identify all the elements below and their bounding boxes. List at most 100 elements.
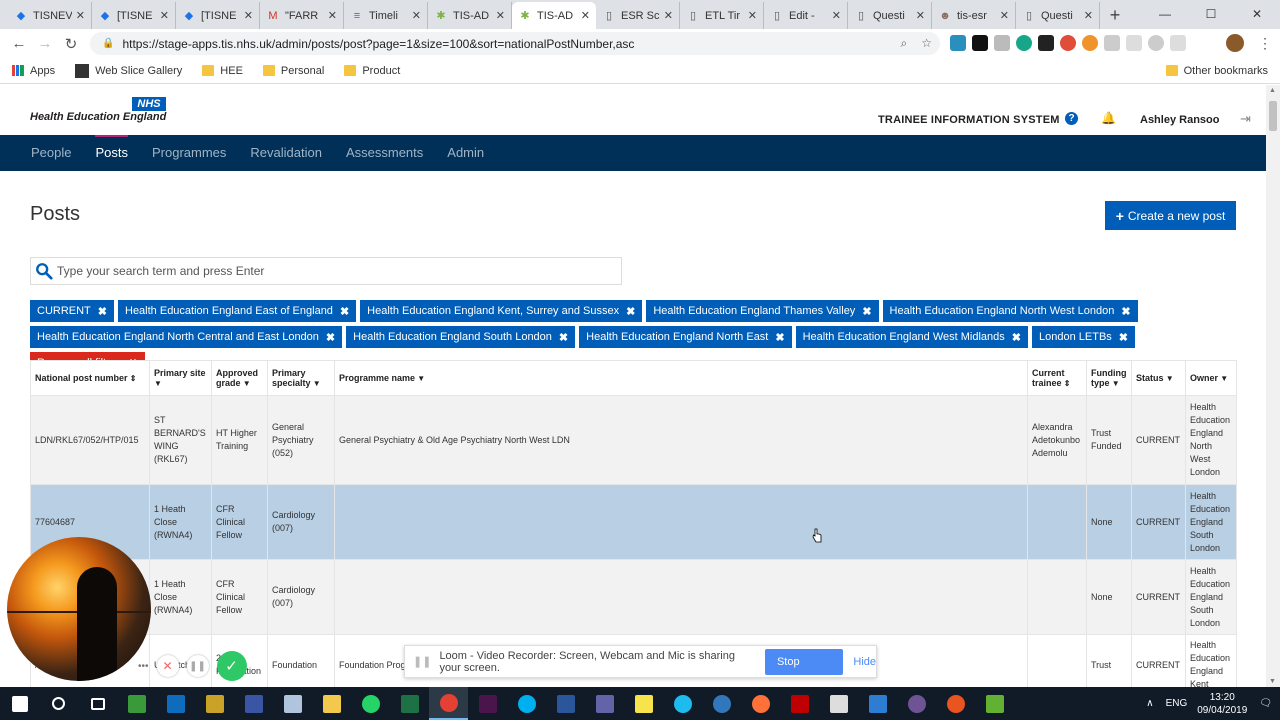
nav-item-admin[interactable]: Admin — [447, 135, 484, 171]
notifications-icon[interactable]: 🗨 — [1259, 698, 1272, 709]
scrollbar-thumb[interactable] — [1269, 101, 1277, 131]
page-scrollbar[interactable]: ▲ ▼ — [1266, 85, 1280, 687]
column-header[interactable]: Owner ▼ — [1185, 360, 1237, 396]
tray-overflow-icon[interactable]: ∧ — [1146, 698, 1153, 709]
browser-tab[interactable]: ▯ Questi ✕ — [1016, 2, 1100, 29]
browser-tab[interactable]: ▯ Edit - ✕ — [764, 2, 848, 29]
nav-item-people[interactable]: People — [31, 135, 71, 171]
browser-tab[interactable]: ≡ Timeli ✕ — [344, 2, 428, 29]
stop-sharing-button[interactable]: Stop sharing — [764, 648, 844, 694]
teams-icon[interactable] — [585, 687, 624, 720]
remote-desktop-icon[interactable] — [858, 687, 897, 720]
firefox-icon[interactable] — [741, 687, 780, 720]
remove-filter-icon[interactable]: ✖ — [626, 305, 635, 318]
filter-icon[interactable]: ▼ — [415, 374, 425, 383]
extension-icon[interactable] — [1104, 35, 1120, 51]
remove-filter-icon[interactable]: ✖ — [1121, 305, 1130, 318]
close-tab-icon[interactable]: ✕ — [160, 9, 169, 22]
windows-start-icon[interactable] — [0, 687, 39, 720]
close-tab-icon[interactable]: ✕ — [76, 9, 85, 22]
close-tab-icon[interactable]: ✕ — [1084, 9, 1093, 22]
sort-icon[interactable]: ⇕ — [1062, 379, 1071, 388]
browser-tab[interactable]: ◆ TISNEV ✕ — [8, 2, 92, 29]
calculator-icon[interactable] — [819, 687, 858, 720]
url-field[interactable]: 🔒 https://stage-apps.tis.nhs.uk/admin/po… — [90, 32, 940, 55]
task-view-icon[interactable] — [78, 687, 117, 720]
browser-tab[interactable]: ✱ TIS-AD ✕ — [512, 2, 596, 29]
browser-tab[interactable]: ▯ Questi ✕ — [848, 2, 932, 29]
profile-avatar[interactable] — [1226, 34, 1244, 52]
star-icon[interactable]: ☆ — [921, 36, 932, 51]
filter-icon[interactable]: ▼ — [1110, 379, 1120, 388]
column-header[interactable]: Primary site ▼ — [149, 360, 212, 396]
filter-icon[interactable]: ▼ — [241, 379, 251, 388]
user-name[interactable]: Ashley Ransoo — [1140, 114, 1219, 126]
scroll-up-icon[interactable]: ▲ — [1269, 87, 1276, 94]
outlook-icon[interactable] — [156, 687, 195, 720]
filter-icon[interactable]: ▼ — [1218, 374, 1228, 383]
bookmark-web-slice-gallery[interactable]: Web Slice Gallery — [75, 63, 182, 78]
other-bookmarks[interactable]: Other bookmarks — [1165, 65, 1268, 77]
filter-icon[interactable]: ▼ — [311, 379, 321, 388]
filter-chip[interactable]: Health Education England Kent, Surrey an… — [360, 300, 643, 322]
scroll-down-icon[interactable]: ▼ — [1269, 678, 1276, 685]
column-header[interactable]: Approved grade ▼ — [211, 360, 268, 396]
extension-icon[interactable] — [950, 35, 966, 51]
ubuntu-icon[interactable] — [936, 687, 975, 720]
extension-icon[interactable] — [1060, 35, 1076, 51]
column-header[interactable]: National post number ⇕ — [30, 360, 150, 396]
filter-chip[interactable]: London LETBs ✖ — [1032, 326, 1136, 348]
extension-icon[interactable] — [1016, 35, 1032, 51]
extension-icon[interactable] — [1126, 35, 1142, 51]
file-explorer-icon[interactable] — [312, 687, 351, 720]
filter-chip[interactable]: Health Education England North West Lond… — [882, 300, 1138, 322]
github-icon[interactable] — [897, 687, 936, 720]
close-tab-icon[interactable]: ✕ — [581, 9, 590, 22]
nav-item-programmes[interactable]: Programmes — [152, 135, 226, 171]
browser-menu-icon[interactable]: ⋮ — [1258, 35, 1272, 52]
skype-icon[interactable] — [507, 687, 546, 720]
close-tab-icon[interactable]: ✕ — [496, 9, 505, 22]
column-header[interactable]: Programme name ▼ — [334, 360, 1028, 396]
back-icon[interactable]: ← — [6, 35, 32, 52]
language-indicator[interactable]: ENG — [1166, 698, 1188, 709]
table-row[interactable]: LDN/RKL67/052/HTP/015 ST BERNARD'S WING (… — [30, 395, 1237, 485]
help-icon[interactable]: ? — [1065, 112, 1078, 125]
extension-icon[interactable] — [1170, 35, 1186, 51]
edge-icon[interactable] — [702, 687, 741, 720]
close-tab-icon[interactable]: ✕ — [1000, 9, 1009, 22]
browser-tab[interactable]: ▯ ESR Sc ✕ — [596, 2, 680, 29]
column-header[interactable]: Status ▼ — [1131, 360, 1186, 396]
filter-chip[interactable]: Health Education England North Central a… — [30, 326, 343, 348]
close-tab-icon[interactable]: ✕ — [244, 9, 253, 22]
close-tab-icon[interactable]: ✕ — [328, 9, 337, 22]
close-tab-icon[interactable]: ✕ — [664, 9, 673, 22]
more-icon[interactable]: ••• — [138, 661, 149, 672]
bell-icon[interactable]: 🔔 — [1101, 111, 1116, 125]
browser-tab[interactable]: ▯ ETL Tir ✕ — [680, 2, 764, 29]
sort-icon[interactable]: ⇕ — [128, 374, 137, 383]
minimize-icon[interactable]: — — [1142, 0, 1188, 29]
column-header[interactable]: Funding type ▼ — [1086, 360, 1132, 396]
filter-icon[interactable]: ▼ — [154, 379, 162, 388]
loom-webcam-bubble[interactable] — [7, 537, 151, 681]
cancel-recording-icon[interactable]: ✕ — [156, 655, 179, 677]
hide-button[interactable]: Hide — [853, 656, 876, 668]
filter-chip[interactable]: Health Education England West Midlands ✖ — [795, 326, 1029, 348]
browser-tab[interactable]: ◆ [TISNE ✕ — [176, 2, 260, 29]
extension-icon[interactable] — [1148, 35, 1164, 51]
extension-icon[interactable] — [972, 35, 988, 51]
search-icon[interactable] — [39, 687, 78, 720]
filter-chip[interactable]: Health Education England Thames Valley ✖ — [646, 300, 879, 322]
sticky-notes-icon[interactable] — [624, 687, 663, 720]
remove-filter-icon[interactable]: ✖ — [1119, 331, 1128, 344]
remove-filter-icon[interactable]: ✖ — [559, 331, 568, 344]
bookmark-apps[interactable]: Apps — [12, 65, 55, 77]
column-header[interactable]: Current trainee ⇕ — [1027, 360, 1087, 396]
remove-filter-icon[interactable]: ✖ — [98, 305, 107, 318]
remove-filter-icon[interactable]: ✖ — [775, 331, 784, 344]
remove-filter-icon[interactable]: ✖ — [340, 305, 349, 318]
clock[interactable]: 13:20 09/04/2019 — [1197, 691, 1247, 717]
new-tab-icon[interactable]: + — [1100, 2, 1130, 29]
extension-icon[interactable] — [1038, 35, 1054, 51]
